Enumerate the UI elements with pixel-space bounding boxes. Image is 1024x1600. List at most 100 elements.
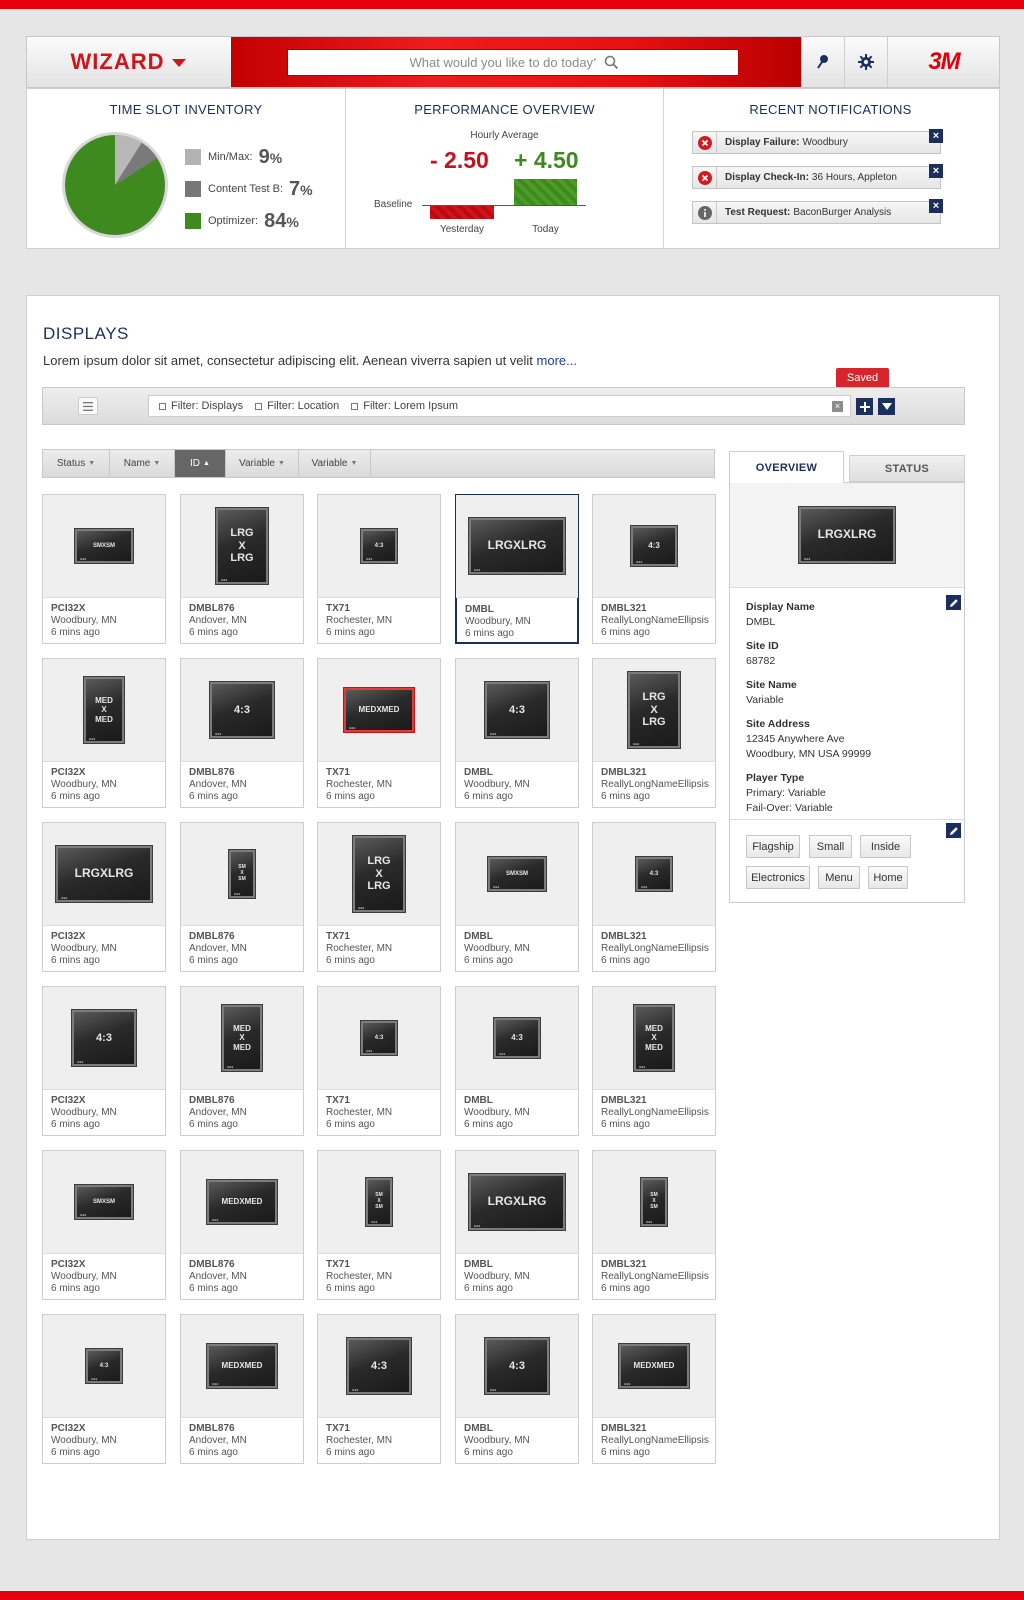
display-card[interactable]: 4:3 PCI32XWoodbury, MN6 mins ago [42, 1314, 166, 1464]
display-screen: 4:3 [484, 681, 550, 739]
display-updated-time: 6 mins ago [601, 955, 650, 966]
display-card[interactable]: SMXSM PCI32XWoodbury, MN6 mins ago [42, 1150, 166, 1300]
display-name: DMBL876 [189, 1423, 235, 1434]
display-card[interactable]: MEDXMED DMBL876Andover, MN6 mins ago [180, 1150, 304, 1300]
legend-label: Min/Max: [208, 151, 253, 163]
filter-chip[interactable]: Filter: Displays [159, 400, 243, 412]
sort-status[interactable]: Status ▼ [43, 450, 110, 477]
display-screen: SMXSM [640, 1177, 668, 1227]
settings-button[interactable] [844, 37, 887, 87]
display-card[interactable]: LRGXLRG DMBLWoodbury, MN6 mins ago [455, 1150, 579, 1300]
display-card[interactable]: SMXSM TX71Rochester, MN6 mins ago [317, 1150, 441, 1300]
display-card[interactable]: 4:3 PCI32XWoodbury, MN6 mins ago [42, 986, 166, 1136]
display-meta: PCI32X Woodbury, MN 6 mins ago [51, 603, 163, 639]
sort-variable-1[interactable]: Variable ▼ [226, 450, 299, 477]
display-card[interactable]: 4:3 DMBL321ReallyLongNameEllipsis6 mins a… [592, 494, 716, 644]
list-view-button[interactable] [78, 397, 98, 415]
display-card[interactable]: MEDXMED TX71Rochester, MN6 mins ago [317, 658, 441, 808]
notification-item[interactable]: Display Failure: Woodbury [692, 131, 941, 154]
display-name: DMBL876 [189, 603, 235, 614]
edit-tags-button[interactable] [946, 823, 961, 838]
display-card[interactable]: SMXSM DMBL876Andover, MN6 mins ago [180, 822, 304, 972]
notification-item[interactable]: Test Request: BaconBurger Analysis [692, 201, 941, 224]
filter-chip-label: Filter: Displays [171, 400, 244, 412]
tag-chip[interactable]: Electronics [746, 866, 810, 889]
legend-swatch [185, 213, 201, 229]
display-card[interactable]: 4:3 DMBLWoodbury, MN6 mins ago [455, 658, 579, 808]
sort-variable-2[interactable]: Variable ▼ [299, 450, 371, 477]
display-card[interactable]: LRGXLRG TX71Rochester, MN6 mins ago [317, 822, 441, 972]
display-card[interactable]: LRGXLRG DMBL876Andover, MN6 mins ago [180, 494, 304, 644]
display-meta: DMBL321 ReallyLongNameEllipsis 6 mins ago [601, 1259, 713, 1295]
search-icon[interactable] [604, 55, 619, 70]
tag-chip[interactable]: Home [868, 866, 908, 889]
display-card[interactable]: MEDXMED DMBL876Andover, MN6 mins ago [180, 986, 304, 1136]
display-screen: LRGXLRG [468, 1173, 566, 1231]
wizard-menu-button[interactable]: WIZARD [27, 37, 230, 87]
display-screen: 4:3 [209, 681, 275, 739]
display-screen: 4:3 [630, 525, 678, 567]
performance-title: PERFORMANCE OVERVIEW [414, 102, 595, 117]
display-updated-time: 6 mins ago [189, 955, 238, 966]
display-thumbnail: 4:3 [318, 1315, 440, 1418]
notification-item[interactable]: Display Check-In: 36 Hours, Appleton [692, 166, 941, 189]
display-card[interactable]: 4:3 TX71Rochester, MN6 mins ago [317, 494, 441, 644]
display-card[interactable]: SMXSM DMBLWoodbury, MN6 mins ago [455, 822, 579, 972]
display-location: ReallyLongNameEllipsis [601, 1435, 709, 1446]
search-box[interactable] [287, 49, 739, 76]
filter-field[interactable]: Filter: Displays Filter: Location Filter… [148, 395, 851, 417]
filter-chip[interactable]: Filter: Lorem Ipsum [351, 400, 458, 412]
close-icon[interactable]: × [929, 129, 943, 143]
sort-id[interactable]: ID ▲ [175, 450, 226, 477]
tag-chip[interactable]: Flagship [746, 835, 800, 858]
filter-chip-icon [351, 402, 359, 410]
display-card[interactable]: MEDXMED DMBL876Andover, MN6 mins ago [180, 1314, 304, 1464]
display-location: Rochester, MN [326, 1435, 393, 1446]
display-thumbnail: MEDXMED [181, 1151, 303, 1254]
detail-field: Site Name Variable [746, 679, 871, 708]
legend-swatch [185, 181, 201, 197]
tag-chip[interactable]: Inside [860, 835, 911, 858]
display-location: Andover, MN [189, 943, 247, 954]
display-card[interactable]: MEDXMED PCI32XWoodbury, MN6 mins ago [42, 658, 166, 808]
display-card[interactable]: 4:3 DMBL321ReallyLongNameEllipsis6 mins a… [592, 822, 716, 972]
display-location: Woodbury, MN [464, 779, 530, 790]
filter-dropdown-button[interactable] [878, 398, 895, 415]
close-icon[interactable]: × [929, 199, 943, 213]
display-card[interactable]: 4:3 DMBLWoodbury, MN6 mins ago [455, 1314, 579, 1464]
edit-details-button[interactable] [946, 595, 961, 610]
display-card[interactable]: LRGXLRG DMBLWoodbury, MN6 mins ago [455, 494, 579, 644]
display-name: PCI32X [51, 603, 86, 614]
display-card[interactable]: 4:3 DMBLWoodbury, MN6 mins ago [455, 986, 579, 1136]
display-card[interactable]: MEDXMED DMBL321ReallyLongNameEllipsis6 mi… [592, 1314, 716, 1464]
clear-filters-icon[interactable]: × [832, 401, 843, 412]
display-name: TX71 [326, 1259, 350, 1270]
close-icon[interactable]: × [929, 164, 943, 178]
display-card[interactable]: SMXSM PCI32XWoodbury, MN6 mins ago [42, 494, 166, 644]
display-card[interactable]: LRGXLRG DMBL321ReallyLongNameEllipsis6 mi… [592, 658, 716, 808]
display-thumbnail: LRGXLRG [456, 1151, 578, 1254]
filter-chip[interactable]: Filter: Location [255, 400, 339, 412]
display-card[interactable]: 4:3 TX71Rochester, MN6 mins ago [317, 1314, 441, 1464]
display-card[interactable]: MEDXMED DMBL321ReallyLongNameEllipsis6 mi… [592, 986, 716, 1136]
tag-chip[interactable]: Small [809, 835, 852, 858]
search-input[interactable] [407, 54, 598, 71]
display-card[interactable]: 4:3 DMBL876Andover, MN6 mins ago [180, 658, 304, 808]
display-card[interactable]: 4:3 TX71Rochester, MN6 mins ago [317, 986, 441, 1136]
display-card[interactable]: SMXSM DMBL321ReallyLongNameEllipsis6 mins… [592, 1150, 716, 1300]
display-name: DMBL876 [189, 931, 235, 942]
add-filter-button[interactable] [856, 398, 873, 415]
display-updated-time: 6 mins ago [464, 1447, 513, 1458]
more-link[interactable]: more... [537, 353, 577, 368]
baseline-label: Baseline [374, 199, 413, 210]
display-meta: TX71 Rochester, MN 6 mins ago [326, 603, 438, 639]
tag-chip[interactable]: Menu [818, 866, 860, 889]
tab-status[interactable]: STATUS [849, 455, 965, 482]
display-card[interactable]: LRGXLRG PCI32XWoodbury, MN6 mins ago [42, 822, 166, 972]
sort-name[interactable]: Name ▼ [110, 450, 175, 477]
pin-button[interactable] [801, 37, 844, 87]
display-screen: MEDXMED [83, 676, 125, 744]
detail-value: 12345 Anywhere Ave Woodbury, MN USA 99999 [746, 733, 872, 760]
tab-overview[interactable]: OVERVIEW [729, 451, 844, 483]
display-screen: 4:3 [484, 1337, 550, 1395]
